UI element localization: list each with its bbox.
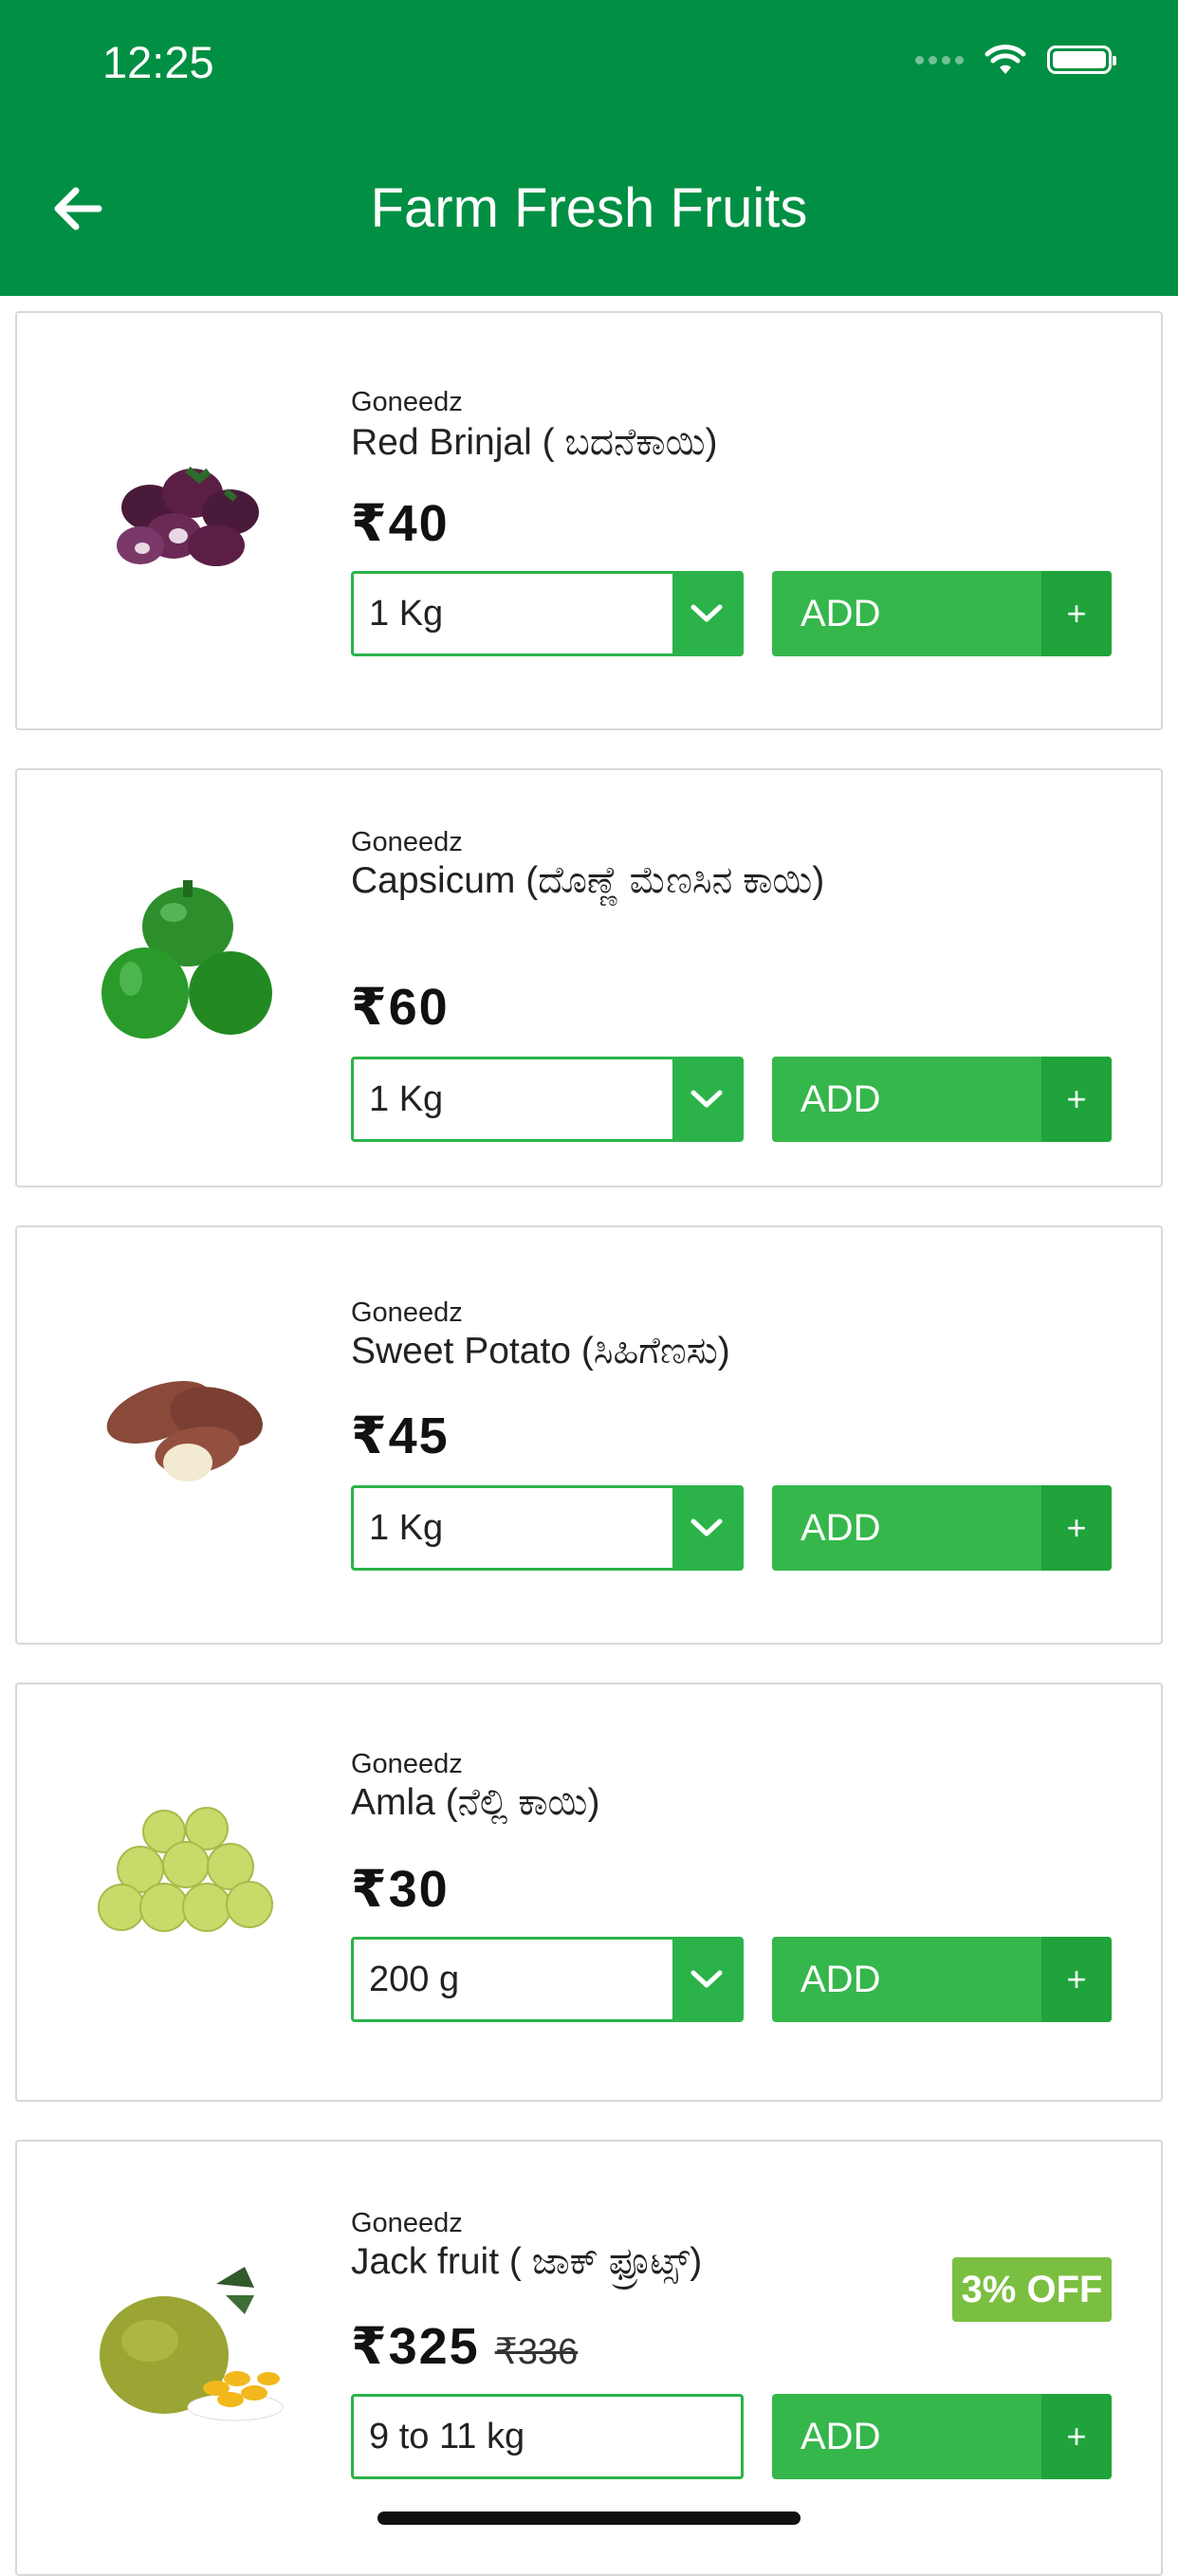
product-card[interactable]: Goneedz Red Brinjal ( ಬದನೆಕಾಯಿ) ₹40 1 Kg… <box>15 311 1163 730</box>
capsicum-image <box>101 880 272 1039</box>
chevron-down-icon[interactable] <box>672 1488 741 1568</box>
quantity-select[interactable]: 1 Kg <box>351 1057 744 1142</box>
product-price: ₹40 <box>351 495 450 552</box>
add-label: ADD <box>801 593 881 635</box>
quantity-value: 1 Kg <box>369 594 444 634</box>
quantity-value: 9 to 11 kg <box>369 2417 525 2456</box>
status-icons <box>915 44 1116 76</box>
product-name: Amla (ನೆಲ್ಲಿ ಕಾಯಿ) <box>351 1782 600 1823</box>
quantity-select[interactable]: 200 g <box>351 1937 744 2022</box>
status-time: 12:25 <box>102 37 214 87</box>
product-price-current: ₹325 <box>351 2318 480 2375</box>
quantity-value: 1 Kg <box>369 1508 444 1548</box>
add-button[interactable]: ADD + <box>772 571 1112 656</box>
add-button[interactable]: ADD + <box>772 1057 1112 1142</box>
product-card[interactable]: Goneedz Amla (ನೆಲ್ಲಿ ಕಾಯಿ) ₹30 200 g ADD… <box>15 1683 1163 2102</box>
quantity-select[interactable]: 9 to 11 kg <box>351 2394 744 2479</box>
product-card[interactable]: Goneedz Sweet Potato (ಸಿಹಿಗೆಣಸು) ₹45 1 K… <box>15 1225 1163 1645</box>
discount-badge: 3% OFF <box>952 2257 1112 2322</box>
app-header: 12:25 Farm Fresh Fruits <box>0 0 1178 296</box>
product-price: ₹45 <box>351 1408 450 1464</box>
chevron-down-icon[interactable] <box>672 574 741 653</box>
chevron-down-icon[interactable] <box>672 1059 741 1139</box>
quantity-select[interactable]: 1 Kg <box>351 1485 744 1571</box>
product-price: ₹30 <box>351 1861 450 1918</box>
amla-image <box>98 1807 273 1932</box>
page-title: Farm Fresh Fruits <box>370 177 808 239</box>
battery-icon <box>1047 46 1116 74</box>
product-price-old: ₹336 <box>494 2332 579 2372</box>
jackfruit-image <box>100 2267 284 2421</box>
quantity-select[interactable]: 1 Kg <box>351 571 744 656</box>
product-name: Sweet Potato (ಸಿಹಿಗೆಣಸು) <box>351 1331 730 1371</box>
chevron-down-icon[interactable] <box>672 1940 741 2019</box>
add-label: ADD <box>801 2416 881 2457</box>
add-label: ADD <box>801 1959 881 2000</box>
product-card[interactable]: Goneedz Capsicum (ದೊಣ್ಣೆ ಮೆಣಸಿನ ಕಾಯಿ) ₹6… <box>15 768 1163 1187</box>
sweet-potato-image <box>106 1381 263 1481</box>
product-card[interactable]: Goneedz Jack fruit ( ಜಾಕ್ ಫ್ರೂಟ್ಸ್) 3% O… <box>15 2140 1163 2576</box>
plus-icon[interactable]: + <box>1041 2394 1112 2479</box>
signal-icon <box>915 55 964 64</box>
quantity-value: 200 g <box>369 1960 460 1999</box>
product-name: Jack fruit ( ಜಾಕ್ ಫ್ರೂಟ್ಸ್) <box>351 2241 703 2282</box>
plus-icon[interactable]: + <box>1041 1485 1112 1571</box>
wifi-icon <box>985 45 1026 74</box>
product-name: Capsicum (ದೊಣ್ಣೆ ಮೆಣಸಿನ ಕಾಯಿ) <box>351 860 825 901</box>
add-button[interactable]: ADD + <box>772 1485 1112 1571</box>
add-label: ADD <box>801 1507 881 1549</box>
product-price: ₹325 ₹336 <box>351 2316 578 2376</box>
plus-icon[interactable]: + <box>1041 1937 1112 2022</box>
add-button[interactable]: ADD + <box>772 1937 1112 2022</box>
quantity-value: 1 Kg <box>369 1079 444 1119</box>
product-name: Red Brinjal ( ಬದನೆಕಾಯಿ) <box>351 422 718 463</box>
add-button[interactable]: ADD + <box>772 2394 1112 2479</box>
plus-icon[interactable]: + <box>1041 571 1112 656</box>
product-price: ₹60 <box>351 979 450 1036</box>
brinjal-image <box>117 466 259 566</box>
home-indicator[interactable] <box>377 2512 801 2525</box>
add-label: ADD <box>801 1078 881 1120</box>
plus-icon[interactable]: + <box>1041 1057 1112 1142</box>
